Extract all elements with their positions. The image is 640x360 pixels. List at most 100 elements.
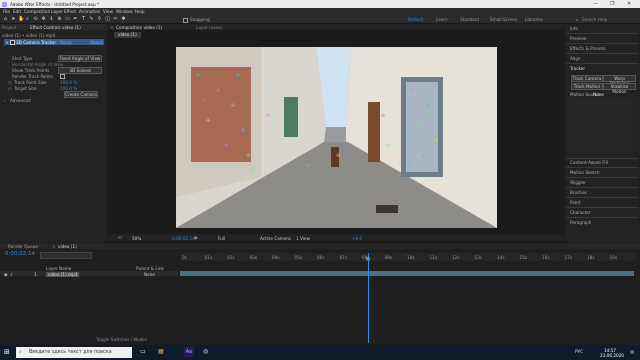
tab-layer[interactable]: Layer (none) [196,25,223,30]
close-icon[interactable]: ✕ [52,244,56,249]
hand-tool-icon[interactable]: ✋ [18,16,24,22]
timeline-search-input[interactable] [40,252,92,259]
task-view-icon[interactable]: ▭ [140,348,146,355]
type-tool-icon[interactable]: T [81,16,86,22]
file-explorer-icon[interactable]: ▦ [158,348,164,355]
layer-name[interactable]: video (1).mp4 [46,271,80,277]
about-link[interactable]: About [90,40,102,45]
tab-render-queue[interactable]: Render Queue [8,244,38,249]
toggle-switches-modes[interactable]: Toggle Switches / Modes [96,337,147,342]
menu-animation[interactable]: Animation [79,9,100,14]
brush-tool-icon[interactable]: ✎ [89,16,94,22]
workspace-small-screen[interactable]: Small Screen [490,17,517,22]
motion-source-dropdown[interactable]: None [593,92,604,97]
playhead-line[interactable] [368,253,369,343]
eye-icon[interactable]: ◉ [4,272,8,277]
workspace-default[interactable]: Default [408,17,423,22]
dolly-camera-icon[interactable]: ⇕ [49,16,54,22]
windows-start-icon[interactable]: ⊞ [4,348,10,356]
camera-snapshot-icon[interactable]: ◉ [194,235,198,240]
comp-tab-video[interactable]: video (1) [114,32,141,38]
parent-dropdown[interactable]: None [144,272,155,277]
pen-tool-icon[interactable]: ✒ [73,16,78,22]
resolution-dropdown[interactable]: Full [218,236,225,241]
workspace-standard[interactable]: Standard [460,17,479,22]
panel-info[interactable]: Info [570,26,578,31]
warp-stabilizer-button[interactable]: Warp Stabilizer [603,75,636,86]
layer-duration-bar[interactable] [180,271,634,276]
clock-date[interactable]: 23.06.2020 [600,353,624,358]
views-dropdown[interactable]: 1 View [296,236,310,241]
track-camera-button[interactable]: Track Camera [571,75,603,82]
track-motion-button[interactable]: Track Motion [571,83,603,90]
eraser-icon[interactable]: ◫ [105,16,110,22]
roto-brush-icon[interactable]: ✂ [113,16,118,22]
workspace-learn[interactable]: Learn [436,17,448,22]
stopwatch-icon[interactable]: ◷ [8,86,12,91]
clone-stamp-icon[interactable]: ⚲ [97,16,102,22]
tab-composition[interactable]: Composition video (1) [116,25,162,30]
tab-timeline-video[interactable]: video (1) [58,244,77,249]
panel-wiggler[interactable]: Wiggler [570,180,586,185]
close-button[interactable]: ✕ [627,1,631,7]
exposure-value[interactable]: +0.0 [352,236,362,241]
after-effects-taskbar-icon[interactable]: Ae [184,347,194,357]
panel-motion-sketch[interactable]: Motion Sketch [570,170,600,175]
tab-project[interactable]: Project [2,25,16,30]
notifications-icon[interactable]: ▤ [630,349,634,354]
zoom-dropdown[interactable]: 50% [132,236,141,241]
minimize-button[interactable]: — [593,1,598,7]
panel-paint[interactable]: Paint [570,200,580,205]
close-icon[interactable]: ✕ [110,25,114,30]
tab-effect-controls[interactable]: Effect Controls video (1) [30,25,81,30]
panel-content-aware-fill[interactable]: Content-Aware Fill [570,160,608,165]
tray-lang[interactable]: РУС [575,349,583,354]
maximize-button[interactable]: ❐ [610,1,614,7]
zoom-tool-icon[interactable]: ⌕ [25,16,30,22]
menu-help[interactable]: Help [135,9,145,14]
menu-view[interactable]: View [103,9,113,14]
menu-window[interactable]: Window [116,9,133,14]
shot-type-dropdown[interactable]: Fixed Angle of View [58,55,102,62]
snapping-checkbox[interactable] [183,18,188,23]
menu-file[interactable]: File [3,9,10,14]
layer-row[interactable]: ◉ ♪ 1 video (1).mp4 None [0,271,178,277]
composition-viewer[interactable]: ✢ ✢ ✢ ✢ ✢ ✢ ✢ ✢ ✢ ✢ ✢ ✢ ✢ ✢ ✢ ✢ ✢ ✢ ✢ ✢ ✢ ✢ [176,47,497,228]
chrome-icon[interactable]: ◎ [203,348,208,355]
panel-align[interactable]: Align [570,56,581,61]
workspace-libraries[interactable]: Libraries [525,17,543,22]
rectangle-tool-icon[interactable]: ▭ [65,16,70,22]
panel-character[interactable]: Character [570,210,591,215]
menu-effect[interactable]: Effect [64,9,76,14]
audio-icon[interactable]: ♪ [10,272,13,277]
stopwatch-icon[interactable]: ◷ [8,80,12,85]
panel-effects-presets[interactable]: Effects & Presets [570,46,605,51]
advanced-label[interactable]: Advanced [10,98,31,103]
fit-icon[interactable]: ⊡ [118,235,122,240]
timeline-timecode[interactable]: 0;00;02;14 [5,251,35,257]
menu-edit[interactable]: Edit [13,9,21,14]
create-camera-button[interactable]: Create Camera [64,91,98,98]
show-track-points-dropdown[interactable]: 3D Solved [58,67,102,74]
panel-preview[interactable]: Preview [570,36,586,41]
pan-camera-icon[interactable]: ✥ [41,16,46,22]
reset-link[interactable]: Reset [60,40,72,45]
puppet-pin-icon[interactable]: ✱ [121,16,126,22]
stabilize-motion-button[interactable]: Stabilize Motion [603,83,636,94]
search-help-input[interactable]: Search Help [582,17,607,22]
chevron-right-icon[interactable]: › [4,98,6,103]
panel-paragraph[interactable]: Paragraph [570,220,591,225]
orbit-camera-icon[interactable]: ⟲ [33,16,38,22]
fx-toggle-icon[interactable] [10,40,15,45]
pan-behind-icon[interactable]: ⊕ [57,16,62,22]
camera-dropdown[interactable]: Active Camera [260,236,291,241]
panel-brushes[interactable]: Brushes [570,190,587,195]
taskbar-search-box[interactable]: ⌕ Введите здесь текст для поиска [16,347,132,358]
panel-tracker[interactable]: Tracker [570,66,585,71]
chevron-down-icon[interactable]: ▾ [6,40,8,45]
render-track-points-checkbox[interactable] [60,74,65,79]
menu-composition[interactable]: Composition [24,9,50,14]
menu-layer[interactable]: Layer [51,9,63,14]
viewer-timecode[interactable]: 0;00;02;14 [172,236,195,241]
home-icon[interactable]: ⌂ [3,16,8,22]
